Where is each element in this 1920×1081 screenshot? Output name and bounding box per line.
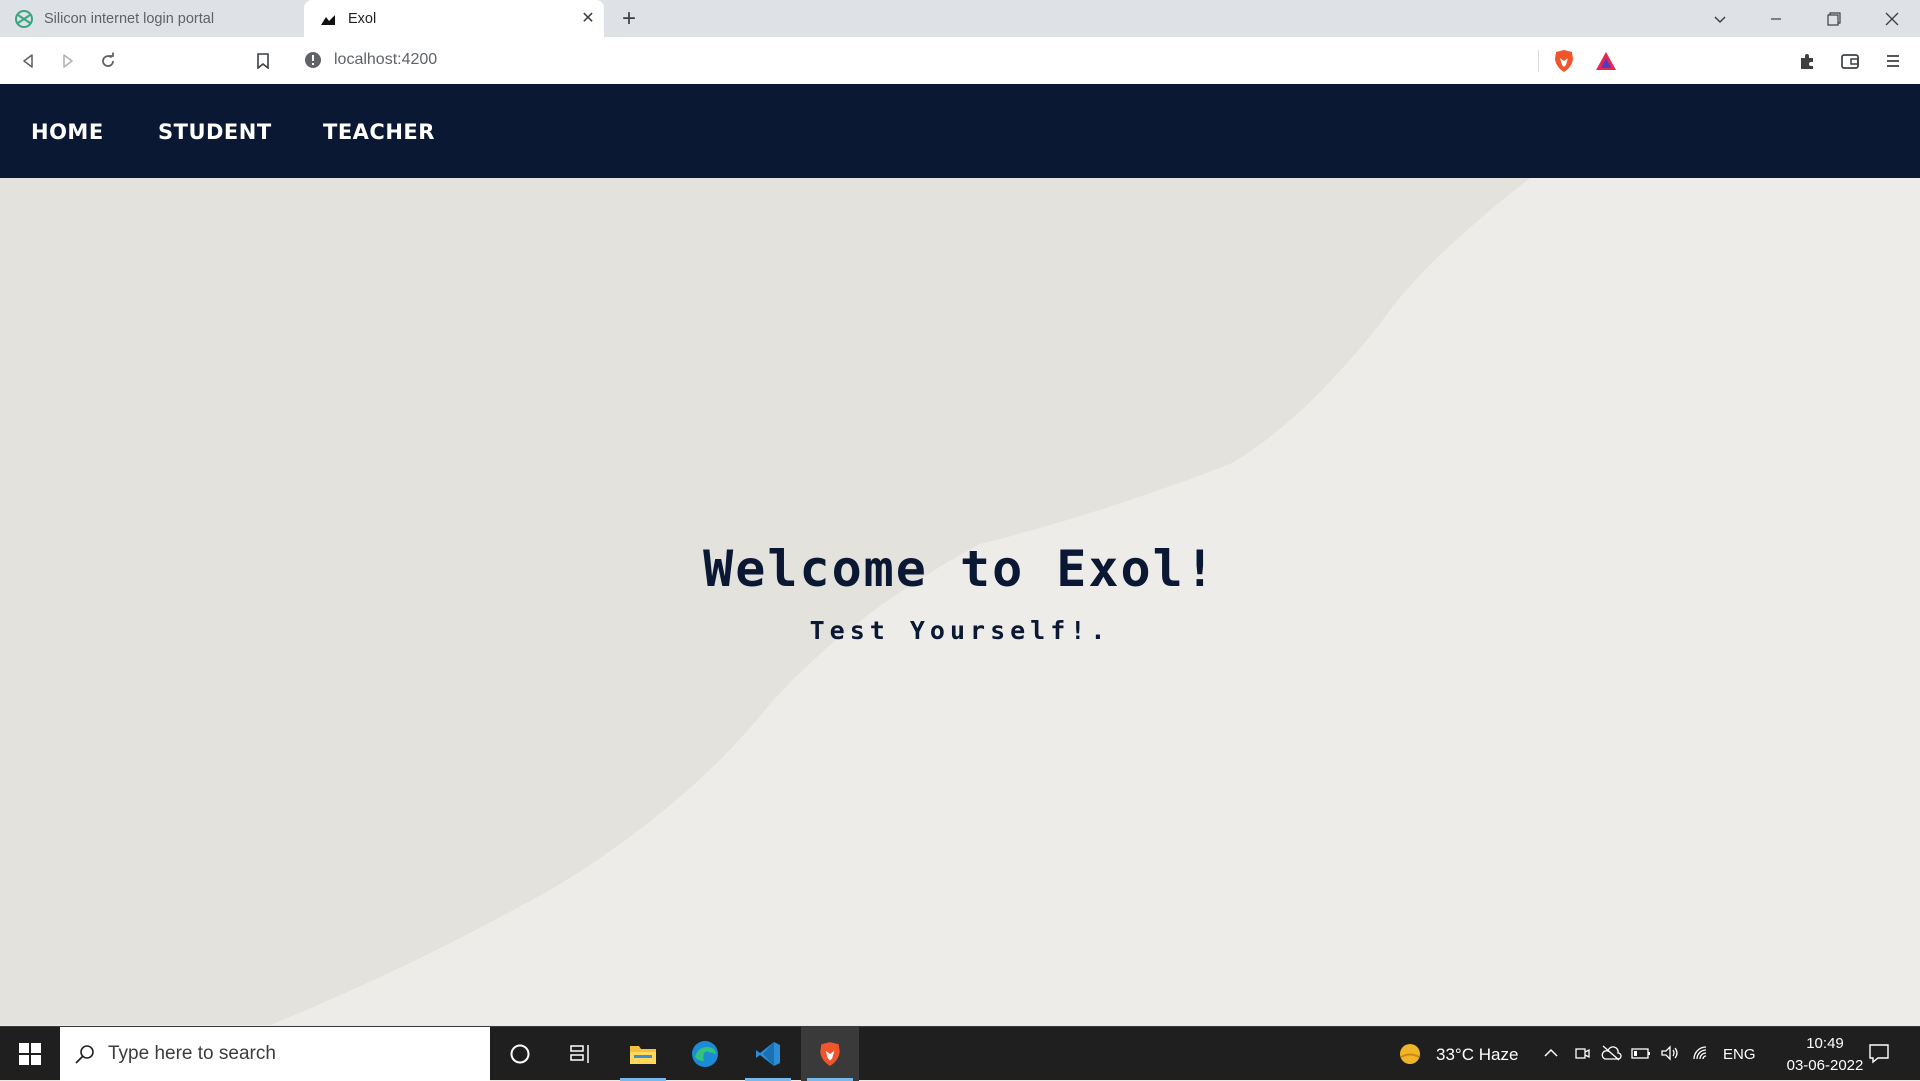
close-tab-icon[interactable]: ✕	[578, 8, 598, 28]
minimize-window-icon[interactable]	[1748, 0, 1804, 37]
brave-rewards-icon[interactable]	[1592, 47, 1620, 75]
back-icon[interactable]	[14, 47, 42, 75]
tab-title: Silicon internet login portal	[44, 10, 215, 27]
weather-icon[interactable]	[1398, 1042, 1422, 1071]
search-placeholder: Type here to search	[108, 1043, 276, 1064]
extensions-puzzle-icon[interactable]	[1793, 47, 1821, 75]
page-favicon-icon	[318, 9, 338, 29]
volume-icon[interactable]	[1660, 1044, 1682, 1067]
restore-window-icon[interactable]	[1806, 0, 1862, 37]
clock-time: 10:49	[1806, 1035, 1844, 1052]
network-icon[interactable]	[1691, 1044, 1711, 1067]
onedrive-cloud-icon[interactable]	[1600, 1044, 1622, 1067]
browser-tab-strip: Silicon internet login portal Exol ✕ +	[0, 0, 1920, 37]
tab-title: Exol	[348, 10, 377, 27]
system-clock[interactable]: 10:49 03-06-2022	[1780, 1033, 1870, 1077]
welcome-subheading: Test Yourself!.	[809, 616, 1111, 645]
windows-taskbar: Type here to search 33°C Haze ENG 10:49 …	[0, 1026, 1920, 1081]
close-window-icon[interactable]	[1864, 0, 1920, 37]
site-info-icon[interactable]	[304, 51, 322, 69]
page-viewport: HOME STUDENT TEACHER Welcome to Exol! Te…	[0, 84, 1920, 1025]
tab-silicon-portal[interactable]: Silicon internet login portal	[0, 0, 302, 37]
tab-search-chevron-icon[interactable]	[1692, 0, 1748, 37]
brave-shields-icon[interactable]	[1550, 47, 1578, 75]
brave-browser-icon[interactable]	[801, 1027, 859, 1081]
bookmark-icon[interactable]	[249, 47, 277, 75]
globe-icon	[14, 9, 34, 29]
cortana-icon[interactable]	[491, 1027, 549, 1081]
address-bar[interactable]: localhost:4200	[292, 43, 1627, 77]
browser-toolbar: localhost:4200	[0, 37, 1920, 85]
edge-browser-icon[interactable]	[676, 1027, 734, 1081]
meet-now-icon[interactable]	[1573, 1044, 1591, 1067]
forward-icon[interactable]	[54, 47, 82, 75]
address-url: localhost:4200	[334, 51, 438, 68]
input-language[interactable]: ENG	[1723, 1046, 1756, 1063]
clock-date: 03-06-2022	[1786, 1057, 1864, 1074]
new-tab-button[interactable]: +	[616, 5, 642, 32]
taskbar-search-box[interactable]: Type here to search	[60, 1027, 490, 1081]
toolbar-divider	[1538, 50, 1539, 72]
weather-text[interactable]: 33°C Haze	[1436, 1045, 1518, 1065]
top-navbar: HOME STUDENT TEACHER	[0, 84, 1920, 178]
nav-teacher[interactable]: TEACHER	[323, 120, 435, 144]
notification-center-icon[interactable]	[1868, 1042, 1890, 1069]
battery-icon[interactable]	[1630, 1044, 1652, 1067]
reload-icon[interactable]	[94, 47, 122, 75]
wallet-icon[interactable]	[1836, 47, 1864, 75]
task-view-icon[interactable]	[551, 1027, 609, 1081]
tab-exol[interactable]: Exol ✕	[304, 0, 604, 37]
windows-start-icon[interactable]	[0, 1027, 60, 1081]
nav-home[interactable]: HOME	[31, 120, 104, 144]
nav-student[interactable]: STUDENT	[158, 120, 272, 144]
file-explorer-icon[interactable]	[614, 1027, 672, 1081]
welcome-heading: Welcome to Exol!	[703, 540, 1217, 598]
show-hidden-icons-chevron-icon[interactable]	[1543, 1045, 1559, 1066]
vscode-icon[interactable]	[739, 1027, 797, 1081]
search-icon	[74, 1043, 96, 1065]
browser-menu-icon[interactable]	[1879, 47, 1907, 75]
